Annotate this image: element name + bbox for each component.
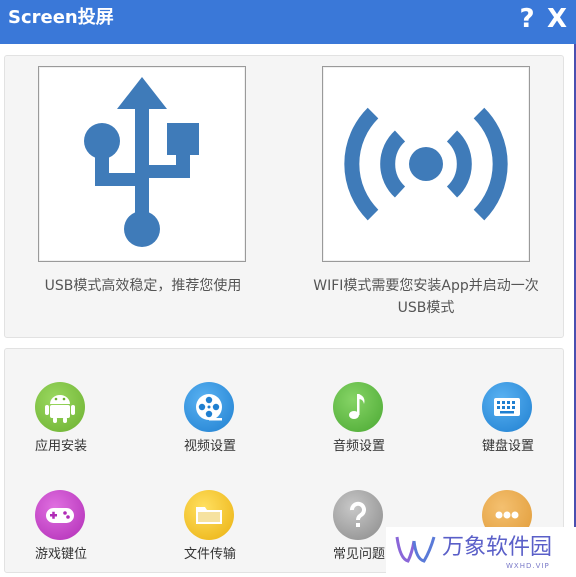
- video-settings-button[interactable]: 视频设置: [160, 382, 260, 472]
- file-transfer-label: 文件传输: [183, 547, 236, 562]
- android-icon: [35, 382, 85, 432]
- help-button[interactable]: ?: [514, 3, 540, 35]
- app-install-button[interactable]: 应用安装: [11, 382, 111, 472]
- music-note-icon: [333, 382, 383, 432]
- watermark-subtext: WXHD.VIP: [506, 562, 550, 570]
- audio-settings-button[interactable]: 音频设置: [309, 382, 409, 472]
- gamepad-icon: [35, 490, 85, 540]
- folder-icon: [184, 490, 234, 540]
- usb-mode-description: USB模式高效稳定，推荐您使用: [44, 278, 242, 294]
- audio-settings-label: 音频设置: [332, 439, 385, 454]
- app-install-label: 应用安装: [34, 439, 87, 454]
- keyboard-icon: [482, 382, 532, 432]
- watermark: 万象软件园 WXHD.VIP: [386, 527, 576, 577]
- game-keys-button[interactable]: 游戏键位: [11, 490, 111, 577]
- close-button[interactable]: X: [544, 3, 570, 35]
- game-keys-label: 游戏键位: [34, 547, 87, 562]
- watermark-text: 万象软件园: [442, 535, 553, 560]
- usb-mode-button[interactable]: [38, 66, 246, 262]
- title-bar: Screen投屏 ? X: [0, 0, 576, 44]
- file-transfer-button[interactable]: 文件传输: [160, 490, 260, 577]
- wifi-mode-button[interactable]: [322, 66, 530, 262]
- keyboard-settings-label: 键盘设置: [481, 439, 534, 454]
- wifi-signal-icon: [344, 107, 508, 221]
- keyboard-settings-button[interactable]: 键盘设置: [458, 382, 558, 472]
- video-settings-label: 视频设置: [183, 439, 236, 454]
- usb-icon: [84, 77, 199, 247]
- film-reel-icon: [184, 382, 234, 432]
- question-icon: [333, 490, 383, 540]
- wifi-mode-description: WIFI模式需要您安装App并启动一次USB模式: [313, 278, 539, 316]
- watermark-logo-icon: [395, 536, 436, 563]
- window-title: Screen投屏: [8, 7, 114, 28]
